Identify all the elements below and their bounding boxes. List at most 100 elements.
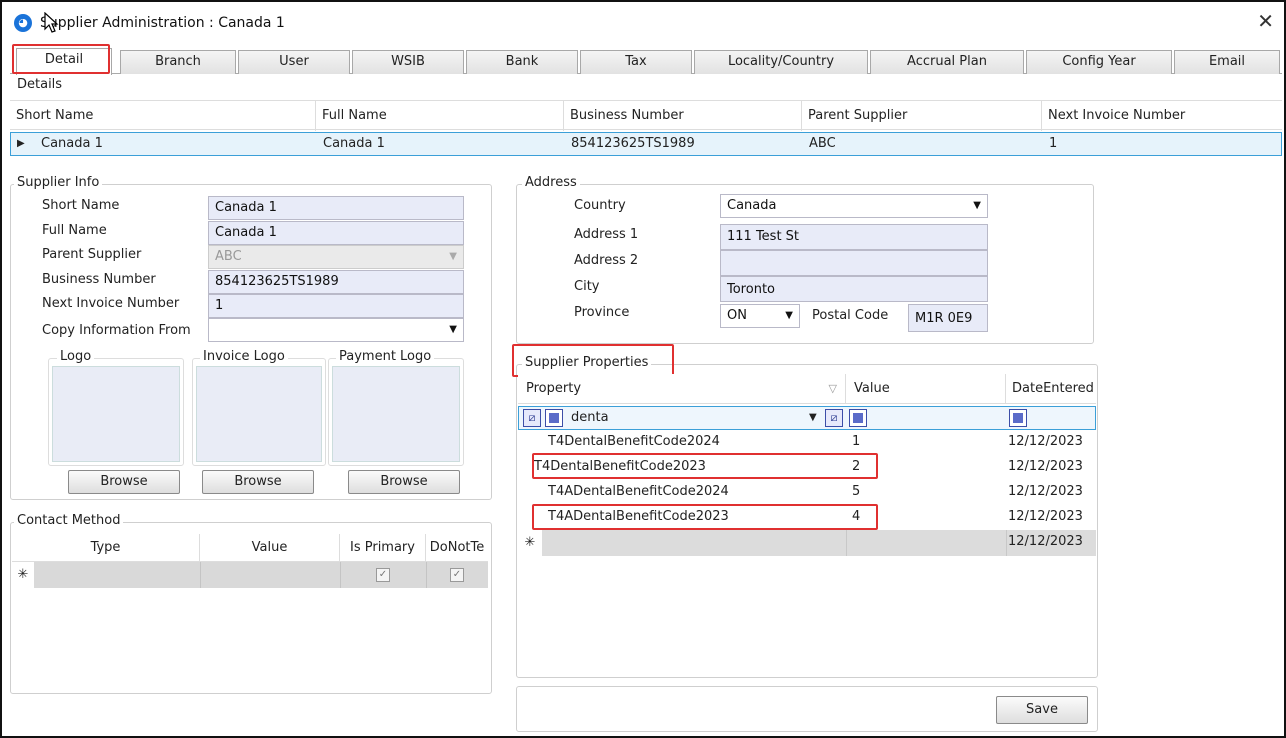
payment-logo-legend: Payment Logo — [336, 349, 435, 364]
details-row[interactable]: ▶ Canada 1 Canada 1 854123625TS1989 ABC … — [10, 132, 1282, 156]
is-primary-checkbox[interactable]: ✓ — [376, 568, 390, 582]
supplier-properties-legend: Supplier Properties — [522, 355, 652, 370]
col-value[interactable]: Value — [848, 374, 1006, 404]
address1-field[interactable]: 111 Test St — [720, 224, 988, 250]
tab-bank[interactable]: Bank — [466, 50, 578, 74]
divider — [846, 530, 847, 556]
details-legend: Details — [14, 77, 66, 92]
city-field[interactable]: Toronto — [720, 276, 988, 302]
tab-user[interactable]: User — [238, 50, 350, 74]
logo-image — [52, 366, 180, 462]
new-row-icon: ✳ — [518, 530, 542, 556]
tab-email[interactable]: Email — [1174, 50, 1280, 74]
property-filter-input[interactable]: denta — [565, 407, 823, 429]
chevron-down-icon: ▼ — [973, 200, 981, 211]
properties-filter-row: ⧄ denta ▼ ⧄ — [518, 406, 1096, 430]
address2-field[interactable] — [720, 250, 988, 276]
short-name-label: Short Name — [42, 198, 120, 213]
do-not-text-checkbox[interactable]: ✓ — [450, 568, 464, 582]
filter-clear-icon[interactable]: ⧄ — [825, 409, 843, 427]
property-value: 4 — [852, 509, 861, 524]
browse-payment-logo-button[interactable]: Browse — [348, 470, 460, 494]
contact-new-row[interactable]: ✳ ✓ ✓ — [12, 562, 488, 588]
browse-logo-button[interactable]: Browse — [68, 470, 180, 494]
parent-supplier-value: ABC — [215, 249, 242, 264]
tab-branch[interactable]: Branch — [120, 50, 236, 74]
next-invoice-field[interactable]: 1 — [208, 294, 464, 318]
country-select[interactable]: Canada ▼ — [720, 194, 988, 218]
tab-accrual-plan[interactable]: Accrual Plan — [870, 50, 1024, 74]
full-name-label: Full Name — [42, 223, 107, 238]
tab-bar: Detail Branch User WSIB Bank Tax Localit… — [10, 48, 1282, 75]
browse-invoice-logo-button[interactable]: Browse — [202, 470, 314, 494]
chevron-down-icon: ▼ — [449, 324, 457, 335]
col-parent-supplier[interactable]: Parent Supplier — [802, 101, 1042, 131]
full-name-field[interactable]: Canada 1 — [208, 221, 464, 245]
row-selector-icon: ▶ — [17, 138, 25, 149]
tab-tax[interactable]: Tax — [580, 50, 692, 74]
tab-config-year[interactable]: Config Year — [1026, 50, 1172, 74]
title-bar: ◕ Supplier Administration : Canada 1 ✕ — [2, 2, 1284, 42]
table-row[interactable]: T4DentalBenefitCode2023 2 12/12/2023 — [518, 455, 1096, 480]
next-invoice-label: Next Invoice Number — [42, 296, 180, 311]
property-name: T4DentalBenefitCode2024 — [548, 434, 720, 449]
property-date: 12/12/2023 — [1008, 509, 1083, 524]
filter-operator-icon[interactable] — [545, 409, 563, 427]
property-value: 5 — [852, 484, 861, 499]
property-name: T4ADentalBenefitCode2024 — [548, 484, 729, 499]
properties-rows: T4DentalBenefitCode2024 1 12/12/2023 T4D… — [518, 430, 1096, 530]
filter-clear-icon[interactable]: ⧄ — [523, 409, 541, 427]
value-filter-operator-icon[interactable] — [849, 409, 867, 427]
address1-label: Address 1 — [574, 227, 639, 242]
close-icon[interactable]: ✕ — [1257, 10, 1274, 32]
tab-wsib[interactable]: WSIB — [352, 50, 464, 74]
tab-detail[interactable]: Detail — [16, 48, 112, 75]
property-date: 12/12/2023 — [1008, 484, 1083, 499]
window-title: Supplier Administration : Canada 1 — [40, 15, 285, 31]
col-do-not-text[interactable]: DoNotTe — [426, 534, 488, 562]
table-row[interactable]: T4ADentalBenefitCode2023 4 12/12/2023 — [518, 505, 1096, 530]
chevron-down-icon[interactable]: ▼ — [809, 407, 817, 429]
contact-grid-header: Type Value Is Primary DoNotTe — [12, 534, 488, 562]
col-property[interactable]: Property ▽ — [518, 374, 846, 404]
cell-full-name: Canada 1 — [323, 136, 385, 151]
filter-funnel-icon[interactable]: ▽ — [829, 374, 837, 404]
app-logo-icon: ◕ — [14, 14, 32, 32]
table-row[interactable]: T4ADentalBenefitCode2024 5 12/12/2023 — [518, 480, 1096, 505]
short-name-field[interactable]: Canada 1 — [208, 196, 464, 220]
tab-locality-country[interactable]: Locality/Country — [694, 50, 868, 74]
address2-label: Address 2 — [574, 253, 639, 268]
divider — [200, 562, 201, 588]
details-grid-header: Short Name Full Name Business Number Par… — [10, 100, 1282, 131]
cell-parent-supplier: ABC — [809, 136, 836, 151]
new-row-date: 12/12/2023 — [1008, 534, 1083, 549]
contact-method-legend: Contact Method — [14, 513, 124, 528]
property-date: 12/12/2023 — [1008, 434, 1083, 449]
copy-from-label: Copy Information From — [42, 323, 191, 338]
col-next-invoice-number[interactable]: Next Invoice Number — [1042, 101, 1280, 131]
chevron-down-icon: ▼ — [449, 251, 457, 262]
col-business-number[interactable]: Business Number — [564, 101, 802, 131]
table-row[interactable]: T4DentalBenefitCode2024 1 12/12/2023 — [518, 430, 1096, 455]
col-full-name[interactable]: Full Name — [316, 101, 564, 131]
country-label: Country — [574, 198, 626, 213]
properties-new-row[interactable]: ✳ 12/12/2023 — [518, 530, 1096, 556]
business-number-field[interactable]: 854123625TS1989 — [208, 270, 464, 294]
divider — [340, 562, 341, 588]
col-type[interactable]: Type — [12, 534, 200, 562]
postal-code-field[interactable]: M1R 0E9 — [908, 304, 988, 332]
col-short-name[interactable]: Short Name — [10, 101, 316, 131]
cell-next-invoice-number: 1 — [1049, 136, 1058, 151]
col-value[interactable]: Value — [200, 534, 340, 562]
country-value: Canada — [727, 198, 777, 213]
property-name: T4DentalBenefitCode2023 — [534, 459, 706, 474]
chevron-down-icon: ▼ — [785, 310, 793, 321]
province-select[interactable]: ON ▼ — [720, 304, 800, 328]
save-button[interactable]: Save — [996, 696, 1088, 724]
date-filter-operator-icon[interactable] — [1009, 409, 1027, 427]
col-is-primary[interactable]: Is Primary — [340, 534, 426, 562]
col-date-entered[interactable]: DateEntered — [1006, 374, 1096, 404]
logo-legend: Logo — [57, 349, 95, 364]
copy-from-select[interactable]: ▼ — [208, 318, 464, 342]
property-value: 1 — [852, 434, 861, 449]
